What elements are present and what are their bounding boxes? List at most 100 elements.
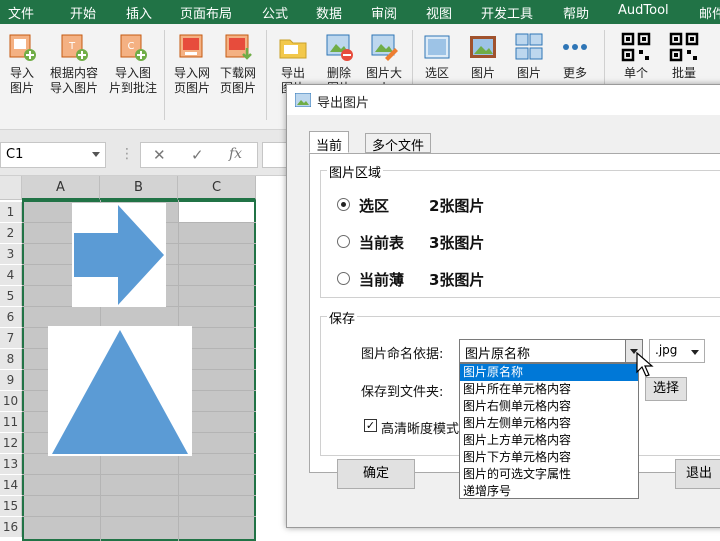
grid-line xyxy=(22,516,256,517)
dropdown-option[interactable]: 图片所在单元格内容 xyxy=(460,381,638,398)
import-web-picture-icon xyxy=(179,34,203,58)
tab-current[interactable]: 当前 xyxy=(309,131,350,154)
menu-bar: 文件 开始 插入 页面布局 公式 数据 审阅 视图 开发工具 帮助 AudToo… xyxy=(0,0,720,24)
row-header[interactable]: 3 xyxy=(0,244,22,264)
name-box[interactable]: C1 xyxy=(0,142,106,168)
name-box-value: C1 xyxy=(6,147,24,162)
import-by-content-button[interactable]: T 根据内容 导入图片 xyxy=(46,32,102,96)
radio-current-sheet-label[interactable]: 当前表 xyxy=(359,232,404,253)
exit-button[interactable]: 退出 xyxy=(675,459,720,489)
batch-qrcode-button[interactable]: 批量 xyxy=(664,32,704,81)
dropdown-option[interactable]: 递增序号 xyxy=(460,483,638,500)
select-all-corner[interactable] xyxy=(0,176,22,200)
grid-line xyxy=(22,474,256,475)
save-group-title: 保存 xyxy=(327,308,358,327)
active-cell-c1[interactable] xyxy=(179,202,254,222)
choose-folder-button[interactable]: 选择 xyxy=(645,377,687,401)
folder-icon xyxy=(279,39,307,59)
row-header[interactable]: 7 xyxy=(0,328,22,348)
row-header[interactable]: 16 xyxy=(0,517,22,537)
row-header[interactable]: 2 xyxy=(0,223,22,243)
menu-insert[interactable]: 插入 xyxy=(126,3,152,22)
column-header-a[interactable]: A xyxy=(22,176,100,200)
spreadsheet-grid: A B C 1 2 3 4 5 6 7 8 9 10 11 12 13 14 1… xyxy=(0,176,290,541)
triangle-icon xyxy=(52,330,188,454)
import-picture-button[interactable]: 导入 图片 xyxy=(6,32,38,96)
menu-data[interactable]: 数据 xyxy=(316,3,342,22)
naming-basis-select[interactable]: 图片原名称 xyxy=(459,339,643,363)
cancel-icon[interactable]: ✕ xyxy=(153,146,166,164)
import-to-comment-icon: C xyxy=(120,34,147,61)
more-button[interactable]: 更多 xyxy=(556,32,594,81)
row-header[interactable]: 5 xyxy=(0,286,22,306)
extension-select[interactable]: .jpg xyxy=(649,339,705,363)
menu-help[interactable]: 帮助 xyxy=(563,3,589,22)
dropdown-option[interactable]: 图片的可选文字属性 xyxy=(460,466,638,483)
row-header[interactable]: 4 xyxy=(0,265,22,285)
dropdown-option[interactable]: 图片右侧单元格内容 xyxy=(460,398,638,415)
dialog-title: 导出图片 xyxy=(317,96,370,111)
menu-formulas[interactable]: 公式 xyxy=(262,3,288,22)
radio-selection[interactable] xyxy=(337,198,350,211)
import-to-comment-button[interactable]: C 导入图 片到批注 xyxy=(108,32,158,96)
menu-developer[interactable]: 开发工具 xyxy=(481,3,533,22)
pictures-icon xyxy=(515,33,543,60)
download-web-picture-button[interactable]: 下载网 页图片 xyxy=(216,32,260,96)
import-web-picture-button[interactable]: 导入网 页图片 xyxy=(170,32,214,96)
right-arrow-icon xyxy=(74,205,164,305)
hd-mode-checkbox[interactable]: ✓ xyxy=(364,419,377,432)
dropdown-option[interactable]: 图片原名称 xyxy=(460,364,638,381)
column-header-b[interactable]: B xyxy=(100,176,178,200)
arrow-picture[interactable] xyxy=(72,203,166,307)
menu-view[interactable]: 视图 xyxy=(426,3,452,22)
dropdown-option[interactable]: 图片下方单元格内容 xyxy=(460,449,638,466)
menu-home[interactable]: 开始 xyxy=(70,3,96,22)
row-header[interactable]: 14 xyxy=(0,475,22,495)
triangle-picture[interactable] xyxy=(48,326,192,456)
current-workbook-count: 3张图片 xyxy=(429,271,485,289)
import-picture-icon xyxy=(9,34,36,61)
dialog-title-bar[interactable]: 导出图片 xyxy=(287,85,720,115)
row-header[interactable]: 13 xyxy=(0,454,22,474)
svg-text:T: T xyxy=(68,41,76,52)
row-header[interactable]: 6 xyxy=(0,307,22,327)
row-header[interactable]: 10 xyxy=(0,391,22,411)
tab-multiple-files[interactable]: 多个文件 xyxy=(365,133,432,154)
qrcode-icon xyxy=(621,32,651,62)
column-header-c[interactable]: C xyxy=(178,176,256,200)
ok-button[interactable]: 确定 xyxy=(337,459,415,489)
picture-button-1[interactable]: 图片 xyxy=(464,32,502,81)
selection-button[interactable]: 选区 xyxy=(418,32,456,81)
picture-button-2[interactable]: 图片 xyxy=(510,32,548,81)
extension-value: .jpg xyxy=(655,343,678,357)
hd-mode-label[interactable]: 高清晰度模式 xyxy=(381,418,459,437)
row-header[interactable]: 1 xyxy=(0,202,22,222)
menu-page-layout[interactable]: 页面布局 xyxy=(180,3,232,22)
chevron-down-icon[interactable] xyxy=(92,152,100,157)
radio-current-workbook-label[interactable]: 当前薄 xyxy=(359,269,404,290)
radio-current-sheet[interactable] xyxy=(337,235,350,248)
menu-file[interactable]: 文件 xyxy=(8,3,34,22)
dropdown-option[interactable]: 图片上方单元格内容 xyxy=(460,432,638,449)
menu-audtool[interactable]: AudTool xyxy=(618,3,669,18)
import-by-content-icon: T xyxy=(61,34,88,61)
radio-selection-label[interactable]: 选区 xyxy=(359,195,389,216)
svg-text:C: C xyxy=(128,41,135,52)
row-header[interactable]: 15 xyxy=(0,496,22,516)
naming-basis-value: 图片原名称 xyxy=(465,347,531,362)
row-header[interactable]: 8 xyxy=(0,349,22,369)
single-qrcode-button[interactable]: 单个 xyxy=(616,32,656,81)
drag-handle-icon[interactable]: ⋮ xyxy=(120,146,134,162)
row-header[interactable]: 9 xyxy=(0,370,22,390)
ribbon-divider xyxy=(164,30,165,120)
menu-review[interactable]: 审阅 xyxy=(371,3,397,22)
enter-icon[interactable]: ✓ xyxy=(191,146,204,164)
radio-current-workbook[interactable] xyxy=(337,272,350,285)
menu-mail[interactable]: 邮件 xyxy=(699,3,720,22)
dropdown-option[interactable]: 图片左侧单元格内容 xyxy=(460,415,638,432)
chevron-down-icon[interactable] xyxy=(691,350,699,355)
fx-icon[interactable]: fx xyxy=(229,146,242,162)
qrcode-icon xyxy=(669,32,699,62)
row-header[interactable]: 11 xyxy=(0,412,22,432)
row-header[interactable]: 12 xyxy=(0,433,22,453)
